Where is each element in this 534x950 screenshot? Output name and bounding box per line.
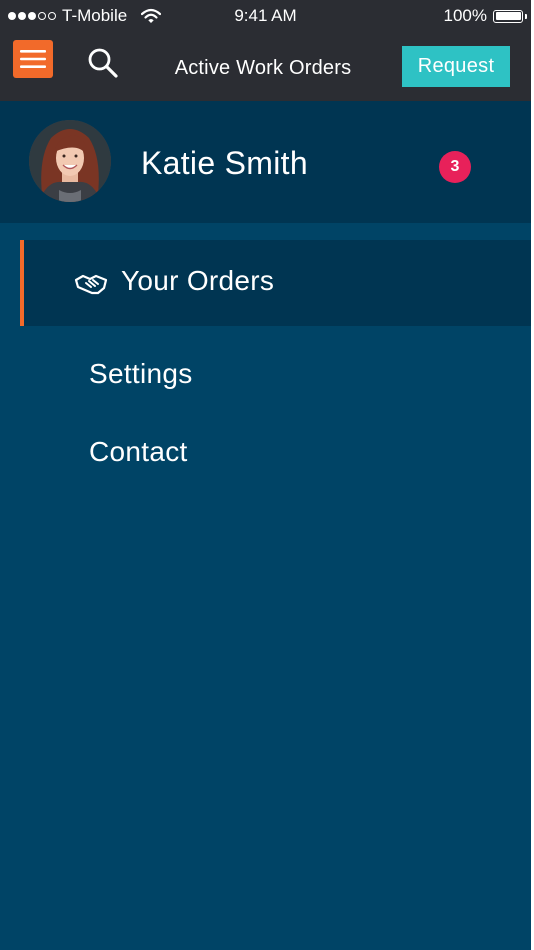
search-icon xyxy=(88,48,118,78)
status-right: 100% xyxy=(443,6,527,26)
battery-icon xyxy=(493,9,527,23)
page-title: Active Work Orders xyxy=(174,57,352,79)
menu-item-settings[interactable]: Settings xyxy=(89,358,193,390)
avatar[interactable] xyxy=(29,120,111,202)
hamburger-menu-icon xyxy=(20,50,46,68)
menu-item-your-orders[interactable]: Your Orders xyxy=(20,240,531,326)
handshake-icon xyxy=(74,274,108,295)
profile-name: Katie Smith xyxy=(141,145,308,181)
status-bar: T-Mobile 9:41 AM 100% xyxy=(0,0,531,32)
menu-item-contact[interactable]: Contact xyxy=(89,436,188,468)
profile-header: Katie Smith 3 xyxy=(0,101,531,223)
request-button[interactable]: Request xyxy=(402,46,510,87)
nav-bar: Active Work Orders Request xyxy=(0,32,531,101)
notification-badge[interactable]: 3 xyxy=(439,151,471,183)
avatar-image xyxy=(29,120,111,202)
hamburger-menu-button[interactable] xyxy=(13,40,53,78)
menu-item-label: Your Orders xyxy=(121,265,275,296)
search-button[interactable] xyxy=(86,46,120,80)
battery-percent: 100% xyxy=(443,6,487,25)
app-screen: T-Mobile 9:41 AM 100% Active Work Orders… xyxy=(0,0,531,950)
